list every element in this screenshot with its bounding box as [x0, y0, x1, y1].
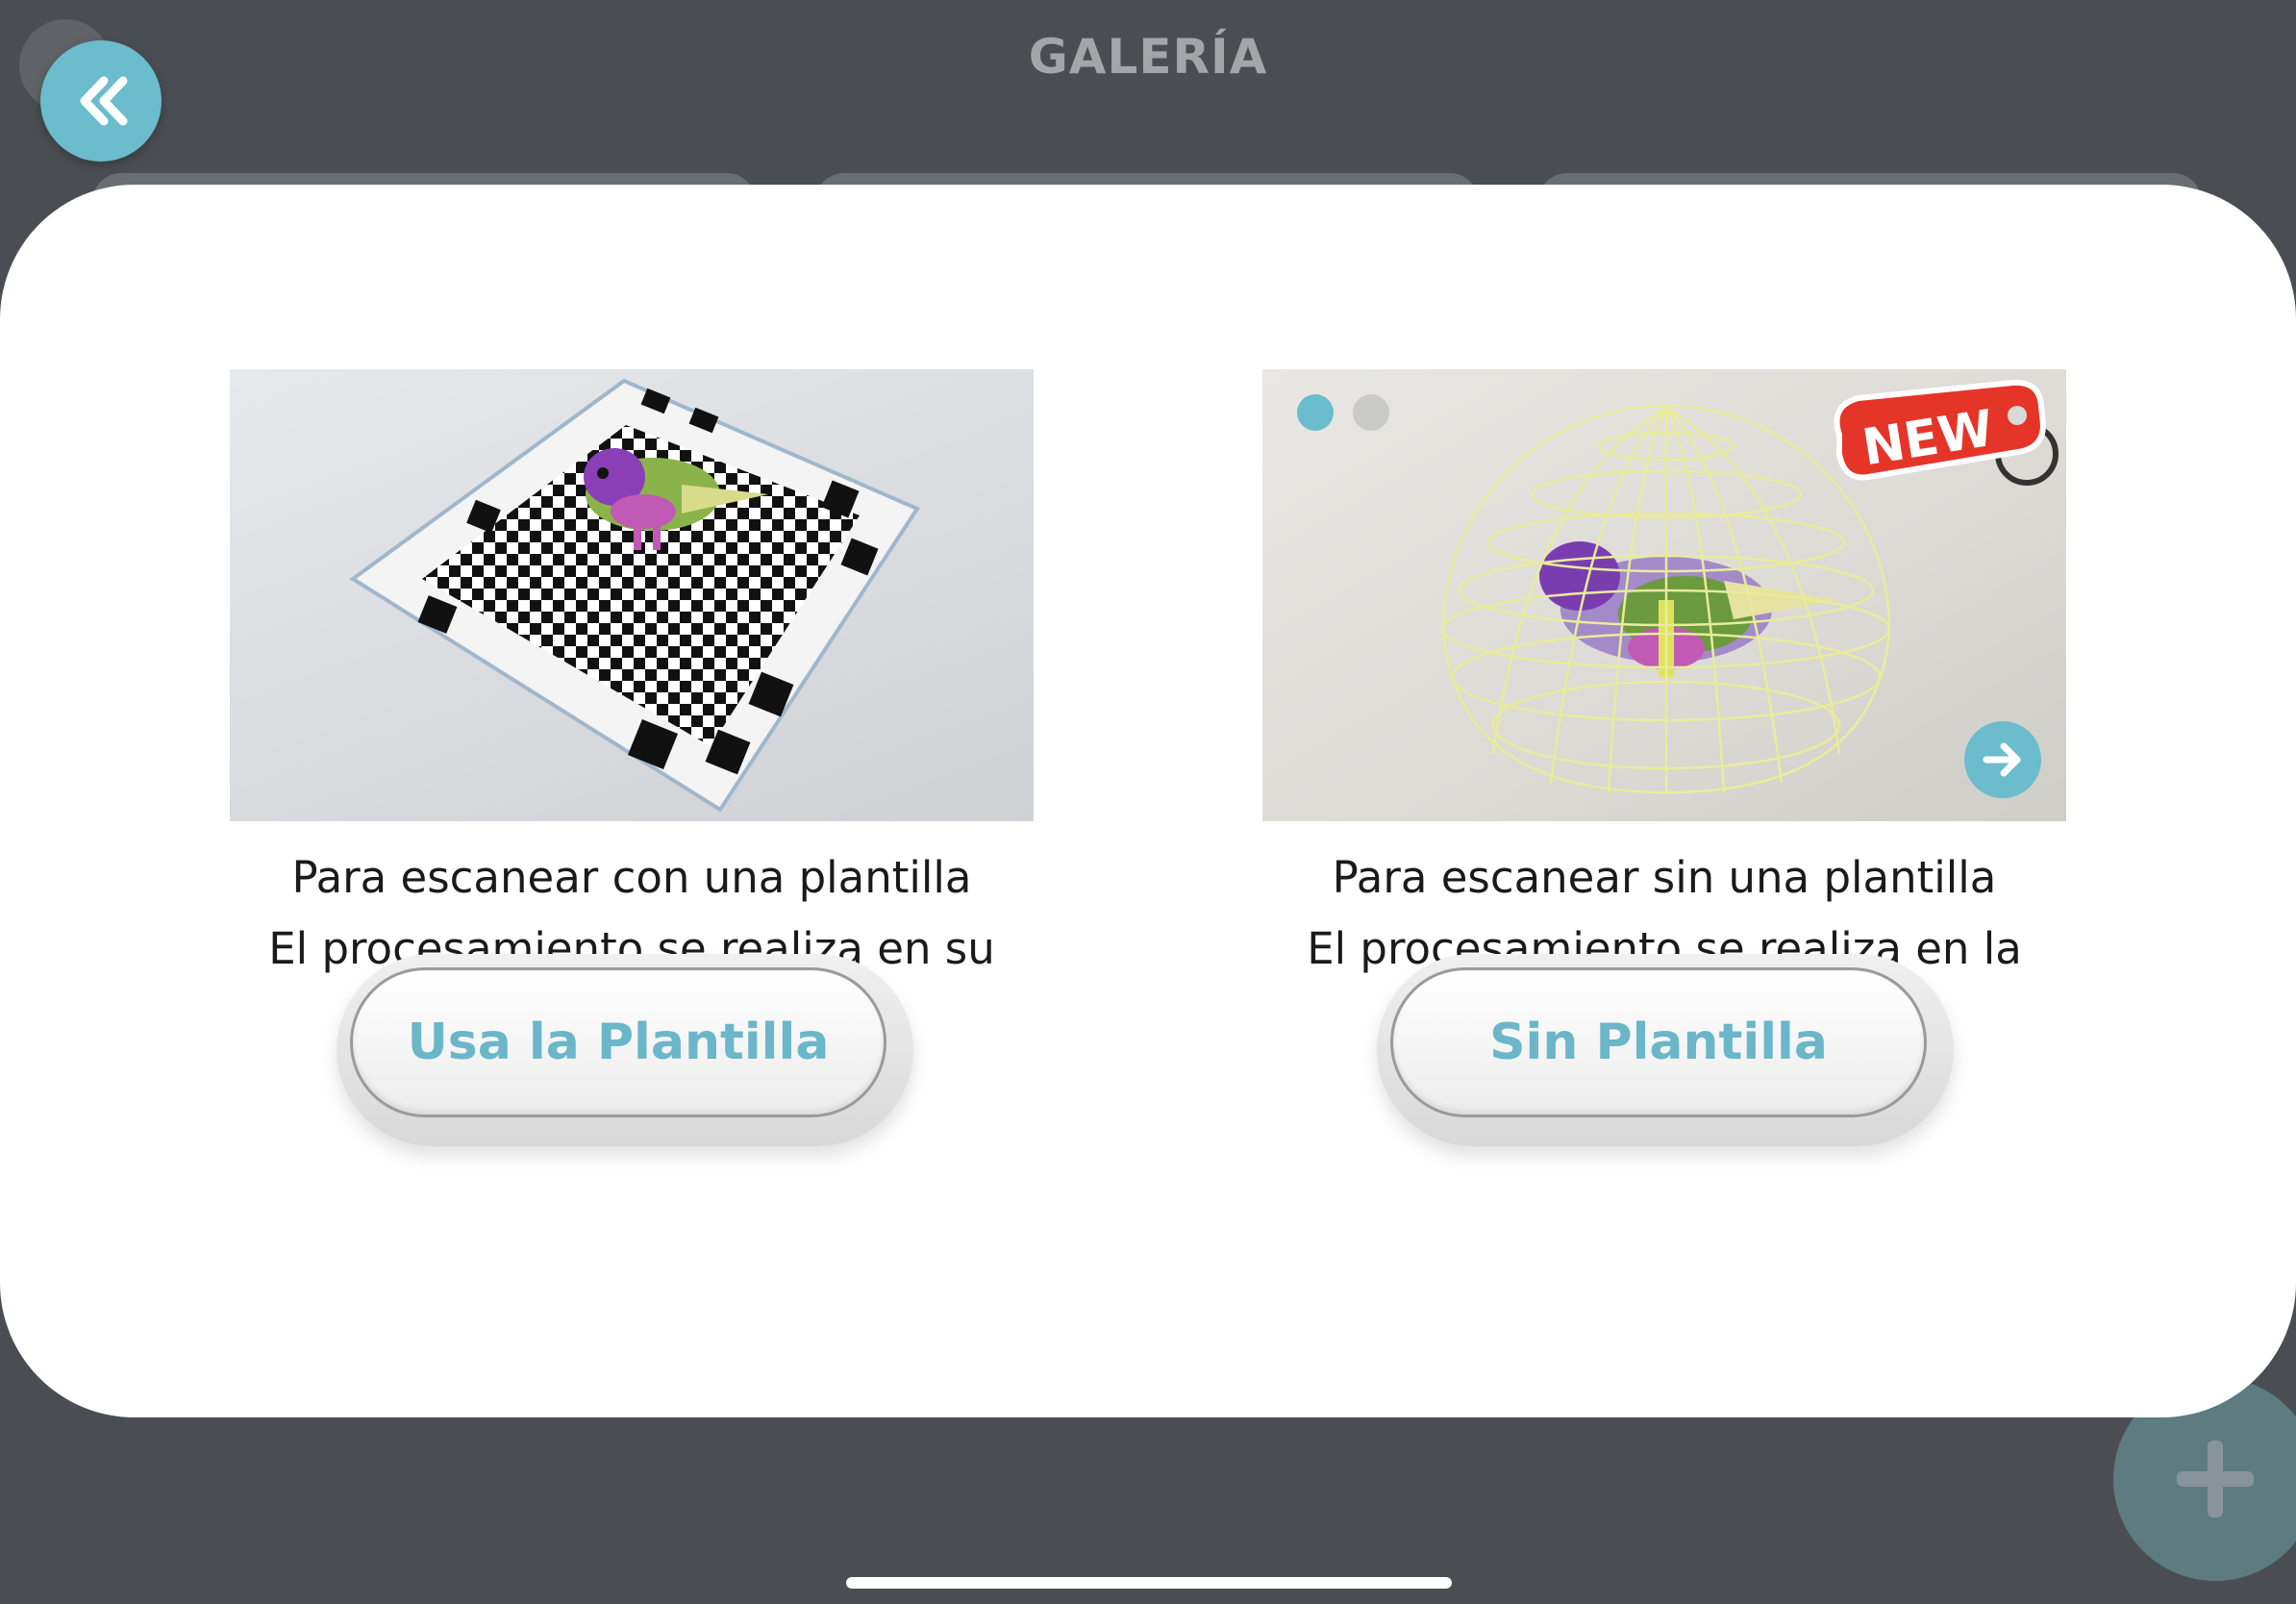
use-template-button-frame: Usa la Plantilla	[337, 954, 913, 1146]
plus-icon	[2177, 1441, 2254, 1517]
page-title: GALERÍA	[1028, 29, 1268, 85]
use-template-button[interactable]: Usa la Plantilla	[350, 967, 886, 1117]
option-title: Para escanear con una plantilla	[291, 852, 972, 903]
option-title: Para escanear sin una plantilla	[1332, 852, 1997, 903]
option-with-template: Para escanear con una plantilla El proce…	[230, 369, 1034, 1056]
new-badge: NEW	[1820, 377, 2060, 492]
home-indicator[interactable]	[846, 1577, 1452, 1589]
cloud-scan-photo: NEW	[1262, 369, 2066, 821]
next-arrow-icon	[1964, 721, 2041, 798]
scan-mode-dialog: Para escanear con una plantilla El proce…	[0, 185, 2296, 1417]
no-template-button[interactable]: Sin Plantilla	[1390, 967, 1927, 1117]
back-button[interactable]	[40, 40, 162, 162]
option-without-template: NEW Para escanear sin una plantilla El p…	[1262, 369, 2066, 1056]
template-scan-photo	[230, 369, 1034, 821]
double-chevron-left-icon	[80, 76, 128, 126]
no-template-button-frame: Sin Plantilla	[1377, 954, 1954, 1146]
mini-settings-icon	[1353, 394, 1389, 431]
mini-back-icon	[1297, 394, 1334, 431]
